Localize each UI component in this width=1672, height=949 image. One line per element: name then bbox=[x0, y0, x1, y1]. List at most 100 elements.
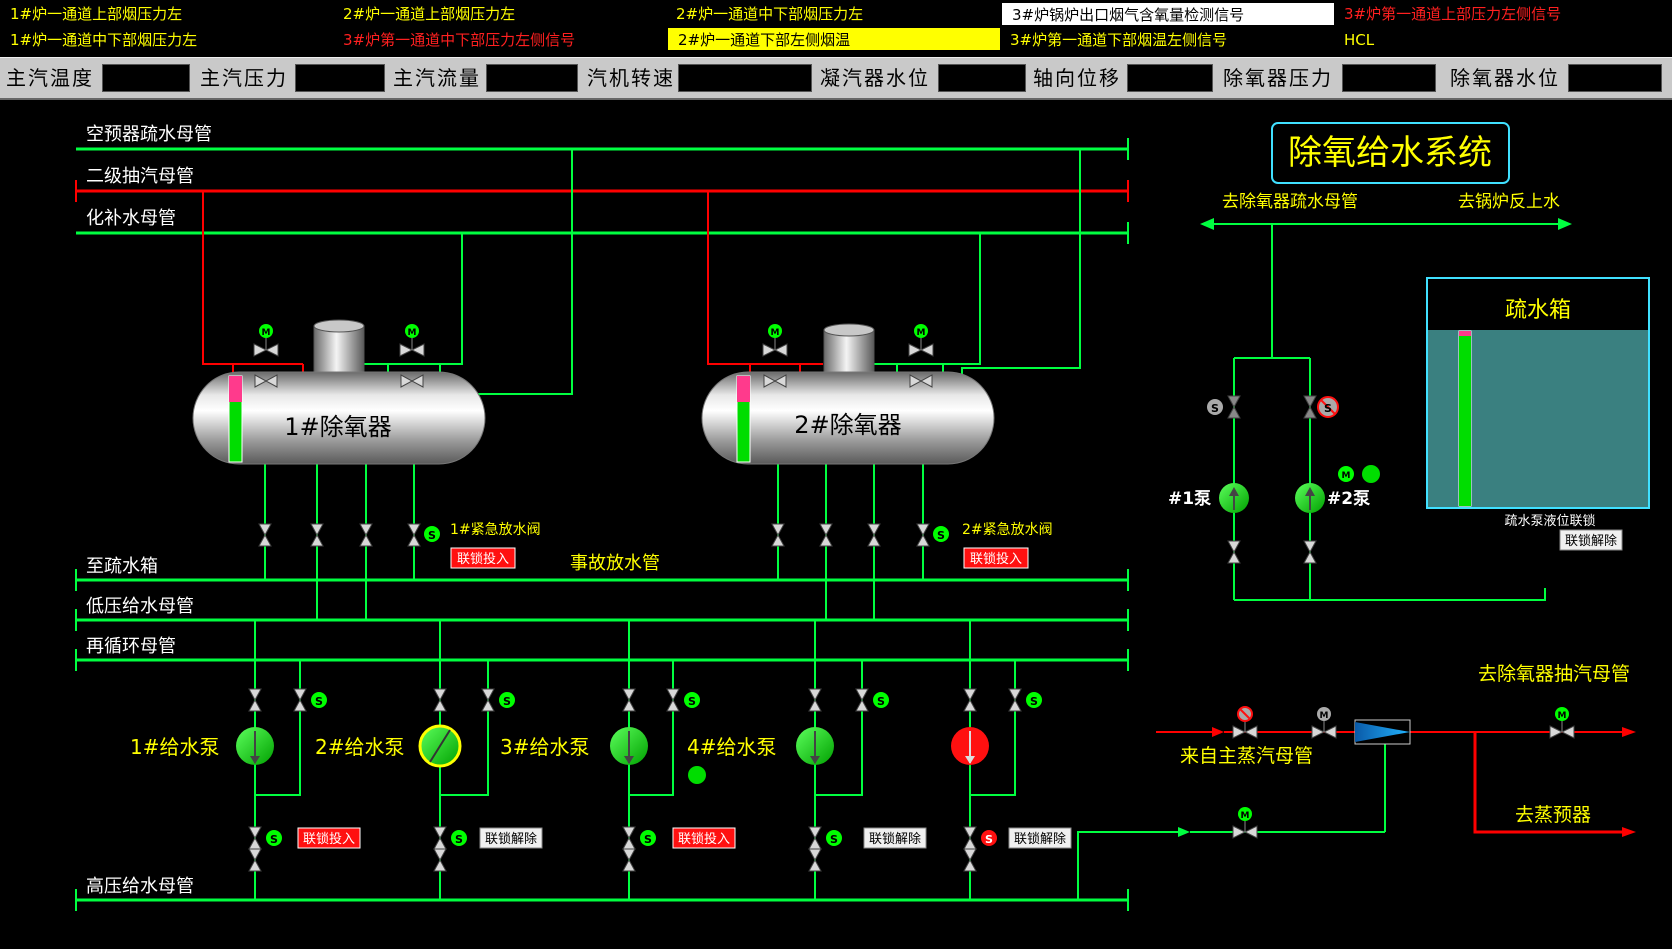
manual-valve[interactable] bbox=[771, 523, 785, 547]
solenoid-valve[interactable]: S bbox=[855, 688, 889, 712]
manual-valve[interactable] bbox=[359, 523, 373, 547]
interlock-button[interactable]: 联锁解除 bbox=[863, 827, 927, 849]
svg-text:S: S bbox=[1324, 402, 1332, 415]
pump-name: 4#给水泵 bbox=[687, 735, 776, 759]
from-main-steam-label: 来自主蒸汽母管 bbox=[1180, 745, 1313, 767]
manual-valve[interactable] bbox=[1303, 540, 1317, 564]
drain-pump-2[interactable]: #2泵 bbox=[1295, 483, 1370, 513]
parameter-bar: 主汽温度 主汽压力 主汽流量 汽机转速 凝汽器水位 轴向位移 除氧器压力 除氧器… bbox=[0, 57, 1672, 100]
deaerator-name: 1#除氧器 bbox=[284, 413, 391, 441]
interlock-button[interactable]: 联锁投入 bbox=[672, 827, 736, 849]
manual-valve[interactable] bbox=[808, 848, 822, 872]
manual-valve[interactable] bbox=[258, 523, 272, 547]
solenoid-valve[interactable]: S bbox=[248, 826, 282, 850]
solenoid-valve[interactable]: S bbox=[1008, 688, 1042, 712]
solenoid-valve[interactable]: S bbox=[293, 688, 327, 712]
manual-valve[interactable] bbox=[1227, 540, 1241, 564]
svg-text:S: S bbox=[688, 695, 696, 708]
system-title: 除氧给水系统 bbox=[1288, 133, 1492, 173]
alarm-item[interactable]: 2#炉一通道上部烟压力左 bbox=[333, 2, 666, 26]
param-value-box bbox=[295, 64, 385, 92]
deaerator-name: 2#除氧器 bbox=[794, 411, 901, 439]
manual-valve[interactable] bbox=[963, 848, 977, 872]
manual-valve[interactable] bbox=[310, 523, 324, 547]
solenoid-valve[interactable]: S bbox=[433, 826, 467, 850]
emergency-valve-1-label: 1#紧急放水阀 bbox=[450, 522, 541, 538]
svg-text:S: S bbox=[830, 833, 838, 846]
svg-text:S: S bbox=[644, 833, 652, 846]
running-indicator bbox=[1362, 465, 1380, 483]
pump-name: 2#给水泵 bbox=[315, 735, 404, 759]
alarm-item[interactable]: 3#炉第一通道上部压力左侧信号 bbox=[1334, 2, 1672, 26]
motor-valve[interactable]: M bbox=[1549, 707, 1575, 739]
solenoid-valve[interactable]: S bbox=[963, 826, 997, 850]
interlock-button[interactable]: 联锁解除 bbox=[479, 827, 543, 849]
deaerator-1[interactable]: 1#除氧器 bbox=[192, 319, 486, 465]
svg-text:M: M bbox=[408, 328, 417, 338]
motor-valve[interactable]: M bbox=[908, 324, 934, 357]
manual-valve[interactable] bbox=[622, 848, 636, 872]
manual-valve[interactable] bbox=[433, 688, 447, 712]
manual-valve[interactable] bbox=[433, 848, 447, 872]
solenoid-valve[interactable]: S bbox=[622, 826, 656, 850]
svg-text:S: S bbox=[455, 833, 463, 846]
motor-icon-label: M bbox=[1342, 471, 1351, 481]
alarm-item[interactable]: 3#炉锅炉出口烟气含氧量检测信号 bbox=[1002, 3, 1334, 25]
drain-pump-1[interactable]: #1泵 bbox=[1168, 483, 1249, 513]
svg-text:联锁投入: 联锁投入 bbox=[303, 831, 355, 847]
interlock-button-deaerator-2[interactable]: 联锁投入 bbox=[963, 547, 1029, 569]
motor-valve[interactable]: M bbox=[1311, 707, 1337, 739]
running-indicator bbox=[688, 766, 706, 784]
motor-valve[interactable]: M bbox=[762, 324, 788, 357]
alarm-item[interactable]: 1#炉一通道上部烟压力左 bbox=[0, 2, 333, 26]
interlock-button[interactable]: 联锁解除 bbox=[1008, 827, 1072, 849]
solenoid-valve[interactable]: S bbox=[407, 523, 440, 547]
interlock-button[interactable]: 联锁投入 bbox=[297, 827, 361, 849]
interlock-button-deaerator-1[interactable]: 联锁投入 bbox=[450, 547, 516, 569]
manual-valve[interactable] bbox=[248, 688, 262, 712]
drain-tank[interactable]: 疏水箱 bbox=[1426, 277, 1650, 509]
param-label: 主汽流量 bbox=[393, 66, 481, 90]
motor-valve[interactable]: M bbox=[253, 324, 279, 357]
interlock-button-drain-pump[interactable]: 联锁解除 bbox=[1559, 529, 1623, 551]
steam-heater[interactable] bbox=[1354, 719, 1411, 745]
pump-name: #2泵 bbox=[1327, 489, 1370, 509]
solenoid-valve[interactable]: S bbox=[481, 688, 515, 712]
process-diagram: 空预器疏水母管 二级抽汽母管 化补水母管 至疏水箱 事故放水管 低压给水母管 再… bbox=[75, 122, 1650, 911]
alarm-item[interactable]: 1#炉一通道中下部烟压力左 bbox=[0, 28, 333, 52]
solenoid-valve[interactable]: S bbox=[916, 523, 949, 547]
manual-valve[interactable] bbox=[963, 688, 977, 712]
param-label: 轴向位移 bbox=[1033, 66, 1121, 90]
manual-valve[interactable] bbox=[248, 848, 262, 872]
manual-valve[interactable] bbox=[808, 688, 822, 712]
motor-valve[interactable]: M bbox=[1232, 807, 1258, 839]
alarm-item[interactable]: 2#炉一通道中下部烟压力左 bbox=[666, 2, 999, 26]
alarm-item[interactable]: 3#炉第一通道中下部压力左侧信号 bbox=[333, 28, 666, 52]
svg-text:S: S bbox=[1030, 695, 1038, 708]
alarm-item[interactable]: 3#炉第一通道下部烟温左侧信号 bbox=[1000, 28, 1334, 52]
param-label: 主汽温度 bbox=[6, 66, 94, 90]
header-label-air-preheater-drain: 空预器疏水母管 bbox=[86, 124, 212, 145]
motor-valve[interactable]: M bbox=[399, 324, 425, 357]
svg-text:S: S bbox=[937, 529, 945, 542]
param-value-box bbox=[678, 64, 812, 92]
alarm-item[interactable]: 2#炉一通道下部左侧烟温 bbox=[668, 28, 1000, 50]
drain-valves: S S bbox=[258, 523, 949, 547]
param-label: 除氧器水位 bbox=[1450, 66, 1560, 90]
motor-valve[interactable] bbox=[1232, 706, 1258, 739]
header-labels: 空预器疏水母管 二级抽汽母管 化补水母管 至疏水箱 事故放水管 低压给水母管 再… bbox=[86, 124, 660, 897]
manual-valve[interactable] bbox=[622, 688, 636, 712]
feed-pump-1[interactable]: S 1#给水泵 S 联锁投入 bbox=[130, 688, 361, 872]
solenoid-valve[interactable]: S bbox=[808, 826, 842, 850]
solenoid-valve[interactable]: S bbox=[1207, 395, 1241, 419]
param-value-box bbox=[1568, 64, 1662, 92]
alarm-item[interactable]: HCL bbox=[1334, 28, 1672, 52]
deaerator-2[interactable]: 2#除氧器 bbox=[701, 323, 995, 465]
svg-text:M: M bbox=[771, 328, 780, 338]
svg-text:S: S bbox=[270, 833, 278, 846]
solenoid-valve[interactable]: S bbox=[666, 688, 700, 712]
manual-valve[interactable] bbox=[867, 523, 881, 547]
param-value-box bbox=[938, 64, 1026, 92]
manual-valve[interactable] bbox=[819, 523, 833, 547]
header-label-second-extraction: 二级抽汽母管 bbox=[86, 166, 194, 187]
